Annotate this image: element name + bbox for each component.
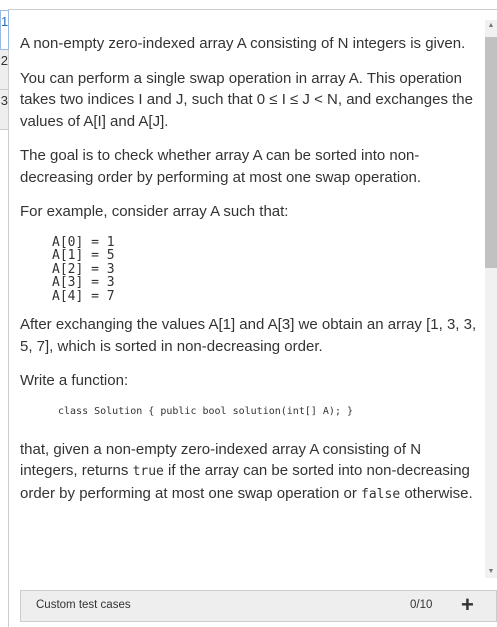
function-signature: class Solution { public bool solution(in…	[58, 405, 354, 417]
example-array: A[0] = 1 A[1] = 5 A[2] = 3 A[3] = 3 A[4]…	[52, 234, 115, 304]
task-tabs: 1 2 3	[0, 10, 9, 130]
task-description: A non-empty zero-indexed array A consist…	[20, 33, 482, 518]
tab-task-1[interactable]: 1	[0, 10, 9, 50]
plus-icon[interactable]: +	[461, 592, 474, 618]
custom-test-cases-bar[interactable]: Custom test cases 0/10 +	[20, 590, 497, 622]
scrollbar-thumb[interactable]	[485, 37, 497, 268]
tab-task-2[interactable]: 2	[0, 50, 9, 90]
custom-test-cases-label: Custom test cases	[36, 599, 131, 611]
paragraph: You can perform a single swap operation …	[20, 69, 473, 130]
left-divider	[8, 130, 9, 627]
paragraph: After exchanging the values A[1] and A[3…	[20, 316, 477, 355]
paragraph: The goal is to check whether array A can…	[20, 147, 422, 186]
paragraph: For example, consider array A such that:	[20, 203, 289, 220]
scroll-up-icon[interactable]: ▲	[485, 20, 497, 32]
paragraph: Write a function:	[20, 372, 129, 389]
top-divider	[8, 9, 497, 10]
paragraph: that, given a non-empty zero-indexed arr…	[20, 440, 473, 502]
paragraph: A non-empty zero-indexed array A consist…	[20, 35, 466, 52]
tab-task-3[interactable]: 3	[0, 90, 9, 130]
scroll-down-icon[interactable]: ▼	[485, 566, 497, 578]
scrollbar[interactable]: ▲ ▼	[485, 20, 497, 578]
test-case-count: 0/10	[410, 599, 433, 611]
